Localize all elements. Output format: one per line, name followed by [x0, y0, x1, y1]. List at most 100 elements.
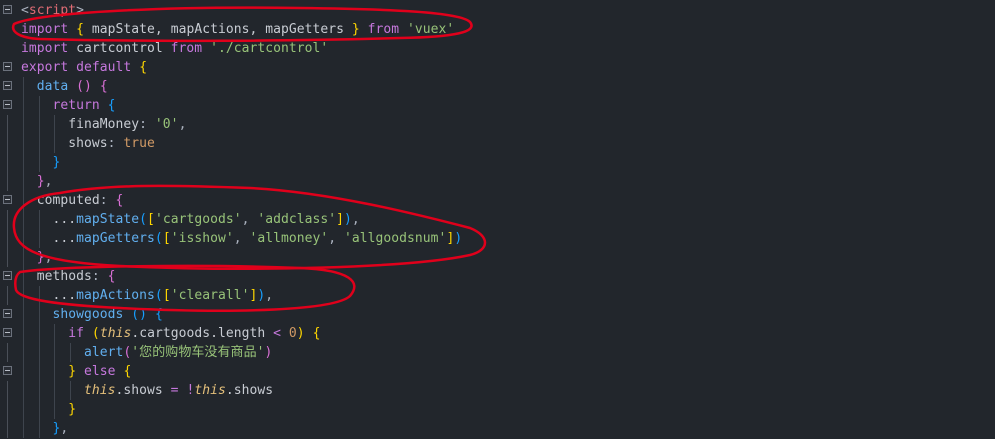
code-line[interactable]: if (this.cartgoods.length < 0) { — [0, 324, 995, 343]
code-token: } — [68, 402, 77, 417]
code-text[interactable]: } else { — [21, 363, 131, 380]
code-line[interactable]: return { — [0, 96, 995, 115]
code-text[interactable]: if (this.cartgoods.length < 0) { — [21, 325, 320, 342]
code-token: , — [44, 174, 53, 189]
fold-toggle-icon[interactable] — [3, 5, 12, 14]
code-token: = — [170, 383, 179, 398]
code-line[interactable]: methods: { — [0, 267, 995, 286]
code-token: if — [68, 326, 85, 341]
code-token: ) — [264, 345, 273, 360]
code-token: } — [36, 250, 45, 265]
code-text[interactable]: computed: { — [21, 192, 124, 209]
code-token: } — [36, 174, 45, 189]
code-text[interactable]: showgoods () { — [21, 306, 163, 323]
code-line[interactable]: import { mapState, mapActions, mapGetter… — [0, 20, 995, 39]
fold-toggle-icon[interactable] — [3, 195, 12, 204]
code-token: , — [351, 212, 360, 227]
code-token: ... — [21, 231, 77, 246]
fold-toggle-icon[interactable] — [3, 366, 12, 375]
code-line[interactable]: alert('您的购物车没有商品') — [0, 343, 995, 362]
fold-toggle-icon[interactable] — [3, 271, 12, 280]
fold-range-line — [7, 343, 8, 362]
fold-range-line — [7, 248, 8, 267]
code-line[interactable]: } — [0, 153, 995, 172]
code-token: , — [265, 288, 274, 303]
code-line[interactable]: } — [0, 400, 995, 419]
code-line[interactable]: }, — [0, 419, 995, 438]
code-text[interactable]: methods: { — [21, 268, 116, 285]
code-line[interactable]: data () { — [0, 77, 995, 96]
code-text[interactable]: return { — [21, 97, 116, 114]
code-text[interactable]: this.shows = !this.shows — [21, 382, 273, 399]
code-token: { — [312, 326, 321, 341]
code-text[interactable]: ...mapGetters(['isshow', 'allmoney', 'al… — [21, 230, 463, 247]
fold-toggle-icon[interactable] — [3, 328, 12, 337]
code-line[interactable]: finaMoney: '0', — [0, 115, 995, 134]
code-token: mapGetters — [76, 231, 155, 246]
fold-toggle-icon[interactable] — [3, 62, 12, 71]
code-token: mapState — [76, 212, 140, 227]
fold-range-line — [7, 153, 8, 172]
code-text[interactable]: }, — [21, 420, 69, 437]
code-text[interactable]: ...mapState(['cartgoods', 'addclass']), — [21, 211, 360, 228]
code-text[interactable]: finaMoney: '0', — [21, 116, 186, 133]
fold-toggle-icon[interactable] — [3, 100, 12, 109]
code-line[interactable]: }, — [0, 248, 995, 267]
code-token: { — [115, 193, 124, 208]
code-text[interactable]: import { mapState, mapActions, mapGetter… — [21, 21, 454, 38]
fold-toggle-icon[interactable] — [3, 309, 12, 318]
code-text[interactable]: shows: true — [21, 135, 155, 152]
code-token: ) — [296, 326, 305, 341]
code-line[interactable]: export default { — [0, 58, 995, 77]
code-token: ( — [139, 212, 148, 227]
code-token: ... — [21, 212, 77, 227]
code-line[interactable]: ...mapActions(['clearall']), — [0, 286, 995, 305]
code-line[interactable]: shows: true — [0, 134, 995, 153]
code-token: 'allmoney' — [249, 231, 329, 246]
code-text[interactable]: }, — [21, 173, 53, 190]
code-editor[interactable]: <script> import { mapState, mapActions, m… — [0, 0, 995, 439]
code-token: from — [367, 22, 400, 37]
fold-toggle-icon[interactable] — [3, 81, 12, 90]
code-token: , — [178, 117, 187, 132]
code-token: import — [21, 22, 69, 37]
code-token: .cartgoods.length — [131, 326, 274, 341]
code-text[interactable]: data () { — [21, 78, 108, 95]
code-token: { — [123, 364, 132, 379]
code-text[interactable]: import cartcontrol from './cartcontrol' — [21, 40, 328, 57]
fold-range-line — [7, 381, 8, 400]
code-line[interactable]: showgoods () { — [0, 305, 995, 324]
code-line[interactable]: import cartcontrol from './cartcontrol' — [0, 39, 995, 58]
fold-range-line — [7, 400, 8, 419]
code-line[interactable]: <script> — [0, 1, 995, 20]
code-text[interactable]: } — [21, 154, 61, 171]
code-token: } — [52, 155, 61, 170]
code-text[interactable]: export default { — [21, 59, 147, 76]
code-text[interactable]: ...mapActions(['clearall']), — [21, 287, 274, 304]
code-line[interactable]: ...mapGetters(['isshow', 'allmoney', 'al… — [0, 229, 995, 248]
code-token: { — [107, 269, 116, 284]
code-line[interactable]: ...mapState(['cartgoods', 'addclass']), — [0, 210, 995, 229]
code-token: { — [139, 60, 148, 75]
code-line[interactable]: } else { — [0, 362, 995, 381]
code-line[interactable]: }, — [0, 172, 995, 191]
code-token: { — [76, 22, 85, 37]
code-text[interactable]: }, — [21, 249, 53, 266]
fold-range-line — [7, 419, 8, 438]
code-text[interactable]: <script> — [21, 2, 84, 19]
code-token: from — [170, 41, 203, 56]
code-text[interactable]: alert('您的购物车没有商品') — [21, 344, 272, 361]
code-token: 'allgoodsnum' — [344, 231, 447, 246]
code-token: [ — [162, 231, 171, 246]
code-line[interactable]: this.shows = !this.shows — [0, 381, 995, 400]
code-text[interactable]: } — [21, 401, 76, 418]
code-line[interactable]: computed: { — [0, 191, 995, 210]
code-token: [ — [162, 288, 171, 303]
